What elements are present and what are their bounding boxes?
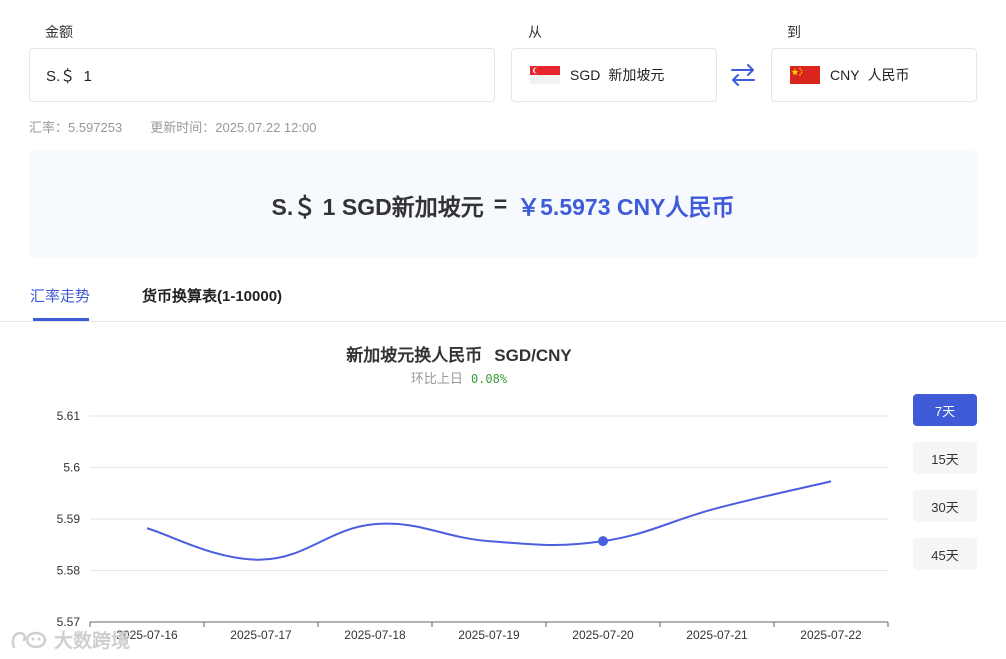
change-label: 环比上日: [410, 371, 463, 386]
series-line: [146, 480, 832, 561]
range-45-days-button[interactable]: 45天: [913, 538, 977, 570]
to-currency-select[interactable]: CNY 人民币: [771, 48, 977, 102]
result-target: ￥5.5973 CNY人民币: [517, 193, 735, 220]
tab-rate-trend[interactable]: 汇率走势: [30, 285, 90, 306]
watermark-text: 大数跨境: [54, 631, 131, 652]
update-time-text: 更新时间：2025.07.22 12:00: [150, 120, 317, 135]
from-label: 从: [528, 24, 542, 40]
y-tick-label: 5.61: [57, 409, 81, 423]
exchange-rate-text: 汇率：5.597253: [29, 120, 123, 135]
swap-icon[interactable]: [729, 62, 757, 88]
amount-input[interactable]: [46, 66, 446, 84]
amount-input-box[interactable]: [29, 48, 495, 102]
chart-title-text: 新加坡元换人民币: [346, 346, 483, 365]
to-label: 到: [787, 24, 801, 40]
singapore-flag-icon: [530, 66, 560, 84]
chart-pair: SGD/CNY: [494, 346, 572, 365]
x-tick-label: 2025-07-21: [686, 628, 748, 642]
rate-info: 汇率：5.597253 更新时间：2025.07.22 12:00: [29, 117, 316, 136]
watermark-logo-icon: [11, 631, 47, 648]
active-tab-indicator: [33, 318, 89, 321]
x-tick-label: 2025-07-17: [230, 628, 292, 642]
y-tick-label: 5.58: [57, 564, 81, 578]
range-7-days-button[interactable]: 7天: [913, 394, 977, 426]
result-equals: =: [493, 191, 508, 217]
x-tick-label: 2025-07-19: [458, 628, 520, 642]
tab-conversion-table[interactable]: 货币换算表(1-10000): [142, 285, 282, 306]
result-source: S.＄ 1 SGD新加坡元: [271, 193, 484, 220]
highlight-point: [598, 536, 608, 547]
x-tick-label: 2025-07-22: [800, 628, 862, 642]
rate-trend-chart: 5.575.585.595.65.612025-07-16 2025-07-17 2…: [57, 409, 889, 642]
conversion-result: S.＄ 1 SGD新加坡元 = ￥5.5973 CNY人民币: [29, 151, 977, 258]
tab-bar: 汇率走势 货币换算表(1-10000): [0, 270, 1006, 322]
x-tick-label: 2025-07-18: [344, 628, 406, 642]
y-tick-label: 5.59: [57, 512, 81, 526]
chart-title: 新加坡元换人民币 SGD/CNY: [0, 341, 918, 366]
watermark: 大数跨境: [10, 626, 130, 653]
from-currency-select[interactable]: SGD 新加坡元: [511, 48, 717, 102]
to-currency-code: CNY: [830, 67, 860, 83]
change-value: 0.08%: [470, 372, 508, 386]
range-30-days-button[interactable]: 30天: [913, 490, 977, 522]
to-currency-name: 人民币: [867, 67, 910, 83]
chart-change: 环比上日 0.08%: [0, 368, 918, 387]
china-flag-icon: [790, 66, 820, 84]
from-currency-code: SGD: [570, 67, 601, 83]
from-currency-name: 新加坡元: [608, 67, 665, 83]
y-tick-label: 5.6: [63, 461, 80, 475]
range-15-days-button[interactable]: 15天: [913, 442, 977, 474]
amount-label: 金额: [45, 24, 73, 40]
x-tick-label: 2025-07-20: [572, 628, 634, 642]
